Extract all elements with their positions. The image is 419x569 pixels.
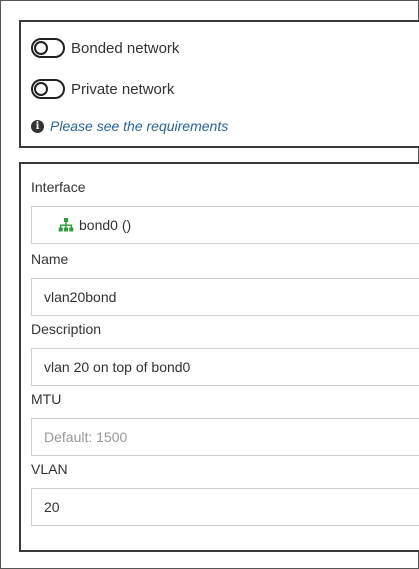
vlan-value: 20 bbox=[44, 499, 60, 515]
switch-knob bbox=[34, 41, 48, 55]
mtu-label: MTU bbox=[31, 391, 62, 407]
mtu-input[interactable]: Default: 1500 bbox=[31, 418, 419, 456]
vlan-form-panel: Interface bond0 () Name vlan20bond Descr… bbox=[19, 162, 419, 552]
bonded-network-toggle-row[interactable]: Bonded network bbox=[31, 38, 179, 58]
private-network-switch[interactable] bbox=[31, 79, 65, 99]
bonded-network-switch[interactable] bbox=[31, 38, 65, 58]
requirements-link[interactable]: i Please see the requirements bbox=[31, 118, 228, 134]
sitemap-icon bbox=[58, 218, 74, 232]
bonded-network-label: Bonded network bbox=[71, 39, 180, 57]
description-label: Description bbox=[31, 321, 102, 337]
interface-select[interactable]: bond0 () bbox=[31, 206, 419, 244]
interface-value: bond0 () bbox=[79, 217, 132, 233]
mtu-placeholder: Default: 1500 bbox=[44, 429, 128, 445]
vlan-input[interactable]: 20 bbox=[31, 488, 419, 526]
name-input[interactable]: vlan20bond bbox=[31, 278, 419, 316]
info-circle-icon: i bbox=[31, 119, 44, 133]
private-network-label: Private network bbox=[71, 80, 175, 98]
vlan-label: VLAN bbox=[31, 461, 68, 477]
switch-knob bbox=[34, 82, 48, 96]
interface-label: Interface bbox=[31, 179, 86, 195]
name-label: Name bbox=[31, 251, 69, 267]
requirements-link-text[interactable]: Please see the requirements bbox=[50, 118, 228, 134]
description-value: vlan 20 on top of bond0 bbox=[44, 359, 191, 375]
name-value: vlan20bond bbox=[44, 289, 117, 305]
description-input[interactable]: vlan 20 on top of bond0 bbox=[31, 348, 419, 386]
private-network-toggle-row[interactable]: Private network bbox=[31, 79, 174, 99]
network-options-panel: Bonded network Private network i Please … bbox=[19, 20, 419, 148]
